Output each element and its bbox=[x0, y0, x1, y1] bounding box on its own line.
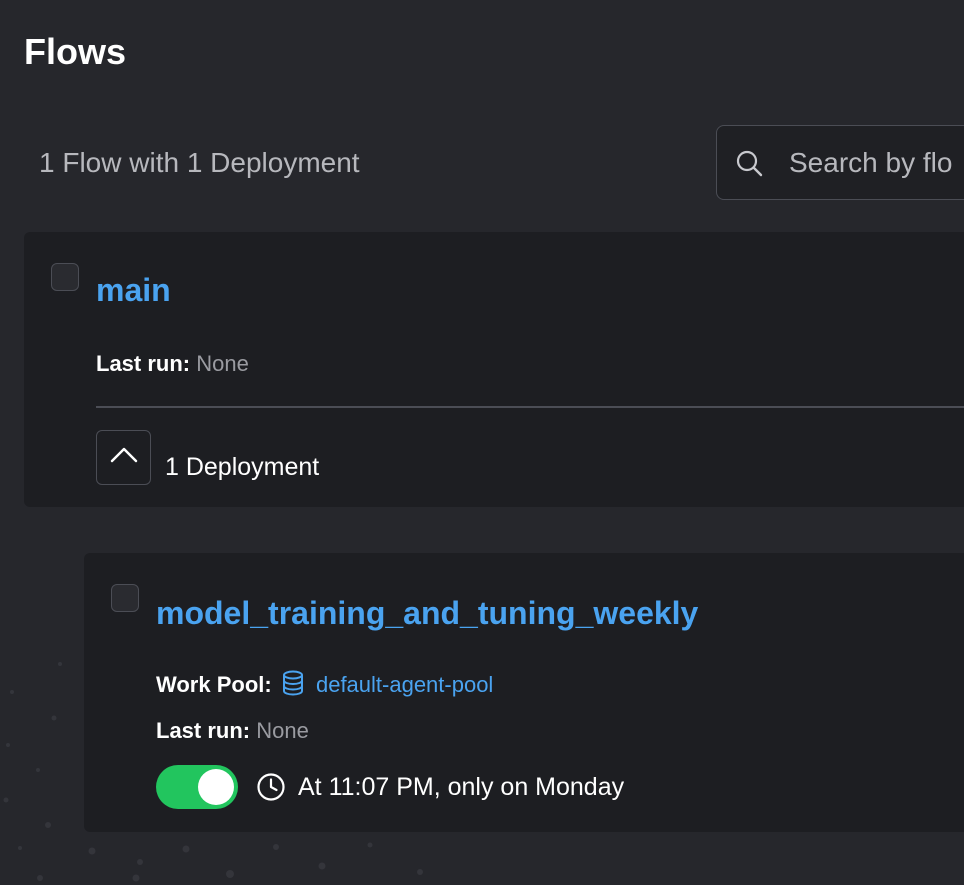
schedule-description: At 11:07 PM, only on Monday bbox=[256, 771, 624, 803]
flows-page: Flows 1 Flow with 1 Deployment main Last… bbox=[0, 0, 964, 885]
toggle-knob bbox=[198, 769, 234, 805]
flow-select-checkbox[interactable] bbox=[51, 263, 79, 291]
work-pool-label: Work Pool: bbox=[156, 672, 272, 697]
flow-name-link[interactable]: main bbox=[96, 270, 171, 310]
database-icon bbox=[282, 670, 304, 703]
last-run-label: Last run: bbox=[156, 718, 251, 743]
schedule-toggle[interactable] bbox=[156, 765, 238, 809]
chevron-up-icon bbox=[110, 446, 138, 469]
deployment-work-pool: Work Pool: default-agent-pool bbox=[156, 670, 493, 703]
last-run-label: Last run: bbox=[96, 351, 191, 376]
clock-icon bbox=[256, 772, 286, 802]
search-box[interactable] bbox=[716, 125, 964, 200]
flow-card: main Last run: None 1 Deployment bbox=[24, 232, 964, 507]
divider bbox=[96, 406, 964, 408]
deployment-name-link[interactable]: model_training_and_tuning_weekly bbox=[156, 593, 698, 633]
work-pool-link[interactable]: default-agent-pool bbox=[316, 672, 493, 697]
collapse-deployments-button[interactable] bbox=[96, 430, 151, 485]
flow-count-summary: 1 Flow with 1 Deployment bbox=[39, 147, 360, 178]
page-title: Flows bbox=[24, 31, 127, 72]
search-icon bbox=[735, 148, 763, 178]
last-run-value: None bbox=[196, 351, 249, 376]
deployment-last-run: Last run: None bbox=[156, 717, 309, 745]
deployment-select-checkbox[interactable] bbox=[111, 584, 139, 612]
deployment-count: 1 Deployment bbox=[165, 453, 320, 481]
last-run-value: None bbox=[256, 718, 309, 743]
flow-last-run: Last run: None bbox=[96, 350, 249, 378]
deployment-card: model_training_and_tuning_weekly Work Po… bbox=[84, 553, 964, 832]
schedule-text: At 11:07 PM, only on Monday bbox=[298, 773, 625, 801]
search-input[interactable] bbox=[787, 145, 964, 180]
